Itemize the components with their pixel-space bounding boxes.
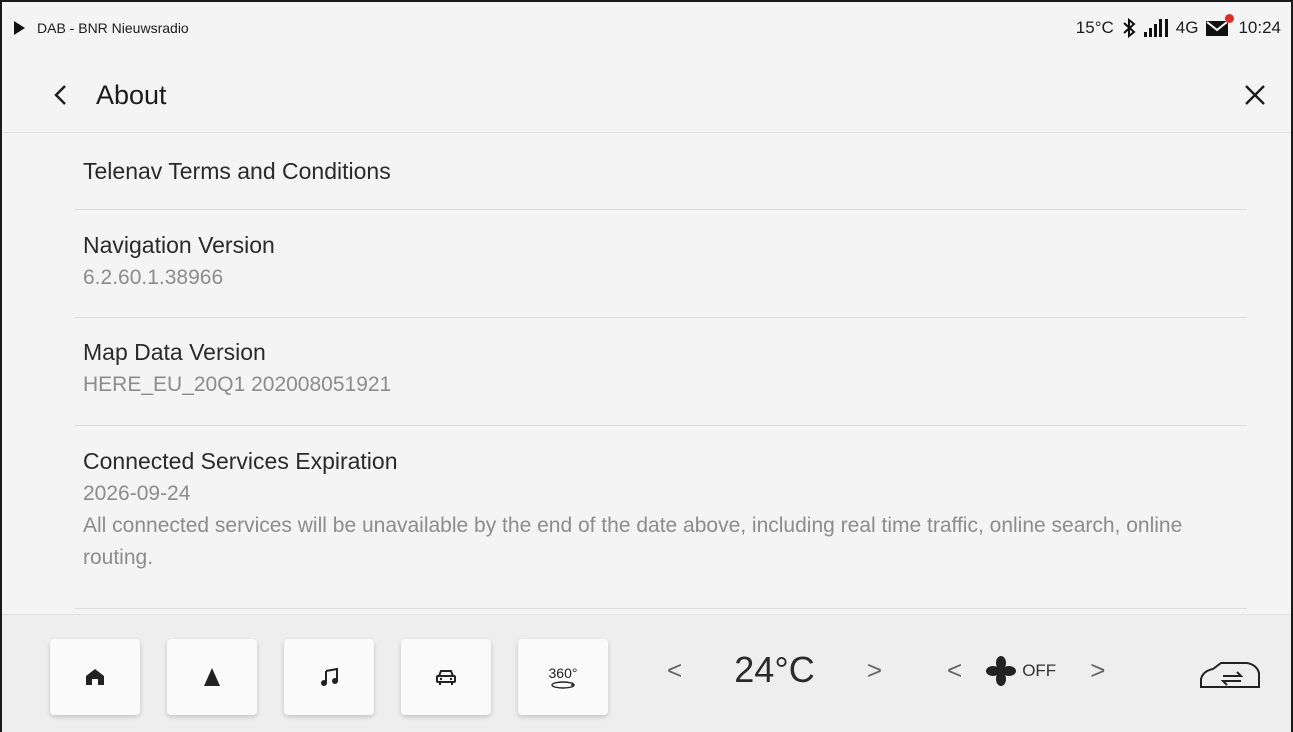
temperature-control: < 24°C > [667, 649, 882, 691]
outside-temperature: 15°C [1075, 18, 1114, 37]
camera-360-button[interactable]: 360° [518, 639, 608, 715]
temperature-value: 24°C [734, 649, 815, 690]
navigation-arrow-icon [204, 668, 220, 686]
list-item-terms[interactable]: Telenav Terms and Conditions [75, 133, 1247, 210]
list-item-navigation-version: Navigation Version 6.2.60.1.38966 [75, 210, 1247, 318]
vehicle-button[interactable] [401, 639, 491, 715]
page-title: About [96, 79, 167, 110]
fan-state: OFF [1022, 660, 1057, 680]
item-label: Telenav Terms and Conditions [83, 157, 391, 184]
bluetooth-icon [1123, 18, 1136, 38]
car-icon [436, 670, 456, 685]
chevron-left-icon [54, 85, 66, 105]
clock: 10:24 [1238, 18, 1281, 37]
music-note-icon [321, 667, 338, 686]
fan-control: < OFF > [947, 655, 1147, 686]
network-type: 4G [1175, 18, 1199, 37]
navigation-button[interactable] [167, 639, 257, 715]
temperature-decrease-button[interactable]: < [667, 655, 682, 686]
back-button[interactable] [38, 73, 82, 117]
item-label: Navigation Version [83, 232, 275, 258]
item-description: All connected services will be unavailab… [83, 514, 1183, 569]
item-label: Map Data Version [83, 339, 266, 365]
play-icon[interactable] [14, 21, 25, 35]
camera-360-label: 360° [548, 665, 578, 681]
fan-decrease-button[interactable]: < [947, 655, 962, 686]
item-value: 2026-09-24 [83, 482, 191, 505]
home-icon [86, 669, 104, 685]
about-list: Telenav Terms and Conditions Navigation … [75, 133, 1247, 609]
screen: DAB - BNR Nieuwsradio 15°C 4G 10:24 Abou… [0, 0, 1293, 732]
notification-badge [1225, 14, 1235, 23]
media-button[interactable] [284, 639, 374, 715]
page-header: About [2, 58, 1291, 133]
status-indicators: 15°C 4G 10:24 [1075, 14, 1281, 38]
bottom-dock: 360° < 24°C > < OFF > [2, 614, 1291, 732]
temperature-increase-button[interactable]: > [867, 655, 882, 686]
list-item-map-data-version: Map Data Version HERE_EU_20Q1 2020080519… [75, 318, 1247, 426]
signal-strength-icon [1143, 19, 1168, 37]
media-source[interactable]: DAB - BNR Nieuwsradio [37, 20, 189, 36]
close-button[interactable] [1233, 73, 1277, 117]
fan-increase-button[interactable]: > [1090, 655, 1105, 686]
item-value: HERE_EU_20Q1 202008051921 [83, 373, 392, 396]
home-button[interactable] [50, 639, 140, 715]
item-label: Connected Services Expiration [83, 448, 398, 474]
air-recirculation-icon [1200, 662, 1260, 688]
list-item-connected-services: Connected Services Expiration 2026-09-24… [75, 426, 1247, 609]
close-icon [1245, 85, 1265, 105]
message-icon[interactable] [1206, 14, 1235, 37]
status-bar: DAB - BNR Nieuwsradio 15°C 4G 10:24 [2, 2, 1291, 54]
rotate-icon [551, 681, 575, 689]
recirculation-button[interactable] [1197, 659, 1263, 696]
item-value: 6.2.60.1.38966 [83, 266, 224, 289]
fan-icon [986, 655, 1017, 686]
